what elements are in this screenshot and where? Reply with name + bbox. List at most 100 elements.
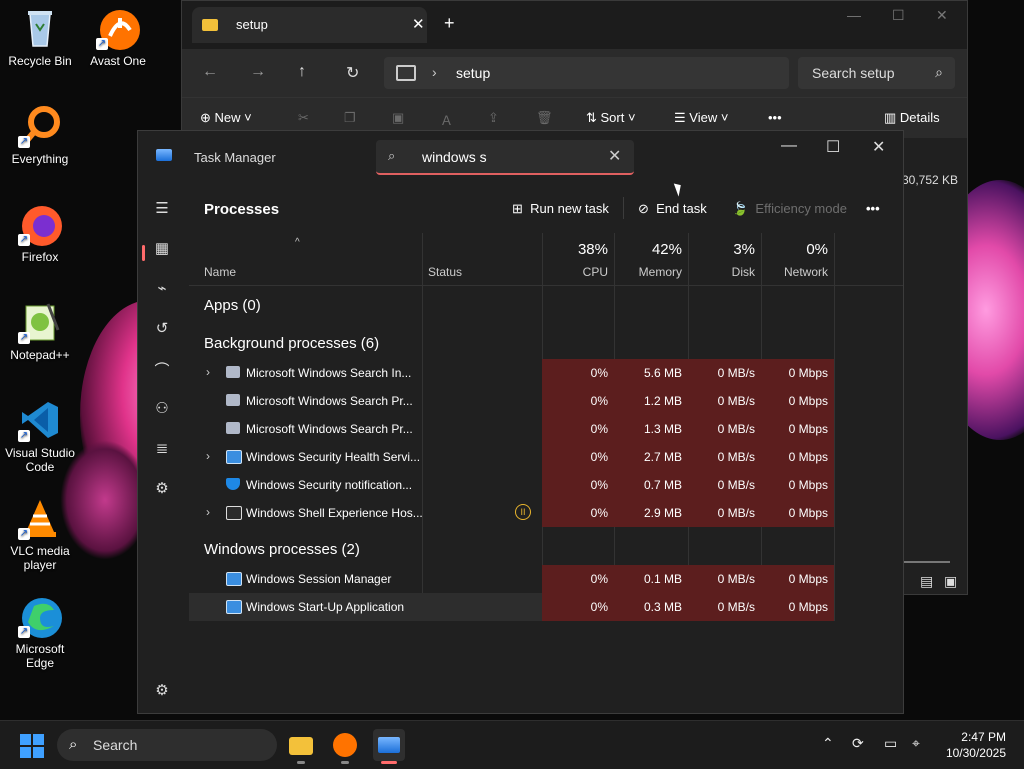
app-history-icon[interactable]: ↺ xyxy=(152,319,172,339)
startup-apps-icon[interactable]: ⌒ xyxy=(152,359,172,379)
desktop-icon-notepadpp[interactable]: ↗ Notepad++ xyxy=(0,300,80,362)
column-header-name[interactable]: Name xyxy=(204,265,236,279)
copy-icon[interactable]: ❐ xyxy=(344,110,356,126)
explorer-search-box[interactable]: Search setup ⌕ xyxy=(798,57,955,89)
network-value: 0 Mbps xyxy=(788,478,828,492)
taskbar-search[interactable]: ⌕ Search xyxy=(57,729,277,761)
minimize-icon[interactable]: — xyxy=(781,137,797,155)
network-value: 0 Mbps xyxy=(788,450,828,464)
table-row[interactable]: Windows Session Manager 0% 0.1 MB 0 MB/s… xyxy=(189,565,834,593)
system-clock[interactable]: 2:47 PM 10/30/2025 xyxy=(946,729,1006,761)
desktop-icon-avast[interactable]: ↗ Avast One xyxy=(78,6,158,68)
sync-icon[interactable]: ⟳ xyxy=(852,735,864,752)
expand-chevron-icon[interactable]: › xyxy=(206,505,210,519)
start-button[interactable] xyxy=(20,734,44,758)
desktop-icon-vscode[interactable]: ↗ Visual Studio Code xyxy=(0,398,80,474)
end-task-button[interactable]: ⊘ End task xyxy=(638,201,707,217)
desktop-icon-edge[interactable]: ↗ Microsoft Edge xyxy=(0,594,80,670)
cut-icon[interactable]: ✂ xyxy=(298,110,309,126)
expand-chevron-icon[interactable]: › xyxy=(206,365,210,379)
minimize-icon[interactable]: — xyxy=(847,7,861,23)
cpu-value: 0% xyxy=(590,600,608,614)
taskbar-task-manager[interactable] xyxy=(373,729,405,764)
network-value: 0 Mbps xyxy=(788,600,828,614)
table-row[interactable]: › Windows Shell Experience Hos... II 0% … xyxy=(189,499,834,527)
display-icon[interactable]: ▭ xyxy=(884,735,897,752)
processes-icon[interactable]: ▦ xyxy=(152,239,172,259)
memory-value: 2.9 MB xyxy=(643,506,682,520)
close-tab-icon[interactable]: ✕ xyxy=(412,15,425,33)
new-tab-icon[interactable]: + xyxy=(444,13,455,34)
taskbar-avast[interactable] xyxy=(329,729,361,764)
rename-icon[interactable]: Ａ xyxy=(440,110,453,129)
column-header-status[interactable]: Status xyxy=(428,265,462,279)
paste-icon[interactable]: ▣ xyxy=(392,110,404,126)
explorer-tab-title: setup xyxy=(236,17,268,32)
column-header-cpu[interactable]: CPU xyxy=(558,265,608,279)
memory-value: 0.1 MB xyxy=(643,572,682,586)
refresh-icon[interactable]: ↻ xyxy=(346,63,359,83)
network-icon[interactable]: ⌖ xyxy=(912,735,920,752)
memory-value: 0.7 MB xyxy=(643,478,682,492)
chevron-up-icon[interactable]: ⌃ xyxy=(822,735,834,752)
desktop-icon-label: Everything xyxy=(11,152,69,166)
taskbar-file-explorer[interactable] xyxy=(285,729,317,764)
process-name: Windows Security notification... xyxy=(246,478,413,492)
table-row[interactable]: Windows Security notification... 0% 0.7 … xyxy=(189,471,834,499)
performance-icon[interactable]: ⌁ xyxy=(152,279,172,299)
clear-search-icon[interactable]: ✕ xyxy=(608,146,621,166)
app-window-icon xyxy=(226,506,242,520)
process-search-input[interactable] xyxy=(420,146,594,168)
sort-button[interactable]: ⇅ Sort ˅ xyxy=(586,110,636,126)
delete-icon[interactable]: 🗑 xyxy=(536,110,553,126)
view-button[interactable]: ☰ View ˅ xyxy=(674,110,728,126)
hamburger-menu-icon[interactable]: ☰ xyxy=(152,199,172,219)
efficiency-mode-button[interactable]: 🍃 Efficiency mode xyxy=(732,201,847,217)
run-new-task-button[interactable]: ⊞ Run new task xyxy=(512,201,609,217)
maximize-icon[interactable]: ☐ xyxy=(826,137,840,157)
column-header-memory[interactable]: Memory xyxy=(622,265,682,279)
up-icon[interactable]: ↑ xyxy=(298,63,306,81)
group-header-windows[interactable]: Windows processes (2) xyxy=(204,541,360,558)
table-row[interactable]: Microsoft Windows Search Pr... 0% 1.2 MB… xyxy=(189,387,834,415)
group-header-background[interactable]: Background processes (6) xyxy=(204,335,379,352)
table-row[interactable]: › Microsoft Windows Search In... 0% 5.6 … xyxy=(189,359,834,387)
explorer-tab[interactable]: setup ✕ xyxy=(192,7,427,43)
services-icon[interactable]: ⚙ xyxy=(152,479,172,499)
settings-icon[interactable]: ⚙ xyxy=(152,681,172,701)
details-icon[interactable]: ≣ xyxy=(152,439,172,459)
share-icon[interactable]: ⇪ xyxy=(488,110,499,126)
back-icon[interactable]: ← xyxy=(202,63,218,81)
app-window-icon xyxy=(226,600,242,614)
more-options-icon[interactable]: ••• xyxy=(866,201,880,216)
maximize-icon[interactable]: ☐ xyxy=(892,7,905,24)
app-window-icon xyxy=(226,450,242,464)
group-header-apps[interactable]: Apps (0) xyxy=(204,297,261,314)
table-row[interactable]: Microsoft Windows Search Pr... 0% 1.3 MB… xyxy=(189,415,834,443)
more-options-icon[interactable]: ••• xyxy=(768,110,782,125)
task-manager-window[interactable]: Task Manager ⌕ ✕ — ☐ ✕ ☰ ▦ ⌁ ↺ ⌒ ⚇ ≣ ⚙ ⚙… xyxy=(137,130,904,714)
desktop-icon-firefox[interactable]: ↗ Firefox xyxy=(0,202,80,264)
thumbnail-view-icon[interactable]: ▣ xyxy=(944,573,957,590)
details-view-icon[interactable]: ▤ xyxy=(920,573,933,590)
scrollbar[interactable] xyxy=(904,561,950,563)
users-icon[interactable]: ⚇ xyxy=(152,399,172,419)
folder-icon xyxy=(202,19,218,31)
column-header-disk[interactable]: Disk xyxy=(695,265,755,279)
desktop-icon-everything[interactable]: ↗ Everything xyxy=(0,104,80,166)
address-bar[interactable]: › setup xyxy=(384,57,789,89)
table-row[interactable]: Windows Start-Up Application 0% 0.3 MB 0… xyxy=(189,593,834,621)
column-header-network[interactable]: Network xyxy=(768,265,828,279)
details-button[interactable]: ▥ Details xyxy=(884,110,940,126)
expand-chevron-icon[interactable]: › xyxy=(206,449,210,463)
close-icon[interactable]: ✕ xyxy=(872,137,885,157)
desktop-icon-vlc[interactable]: ↗ VLC media player xyxy=(0,496,80,572)
close-icon[interactable]: ✕ xyxy=(936,7,948,24)
process-name: Windows Session Manager xyxy=(246,572,392,586)
process-search-box[interactable]: ⌕ ✕ xyxy=(376,140,634,175)
desktop-icon-recycle-bin[interactable]: Recycle Bin xyxy=(0,6,80,68)
forward-icon[interactable]: → xyxy=(250,63,266,81)
desktop-icon-label: Notepad++ xyxy=(10,348,70,362)
table-row[interactable]: › Windows Security Health Servi... 0% 2.… xyxy=(189,443,834,471)
new-button[interactable]: ⊕ New ˅ xyxy=(200,110,252,126)
